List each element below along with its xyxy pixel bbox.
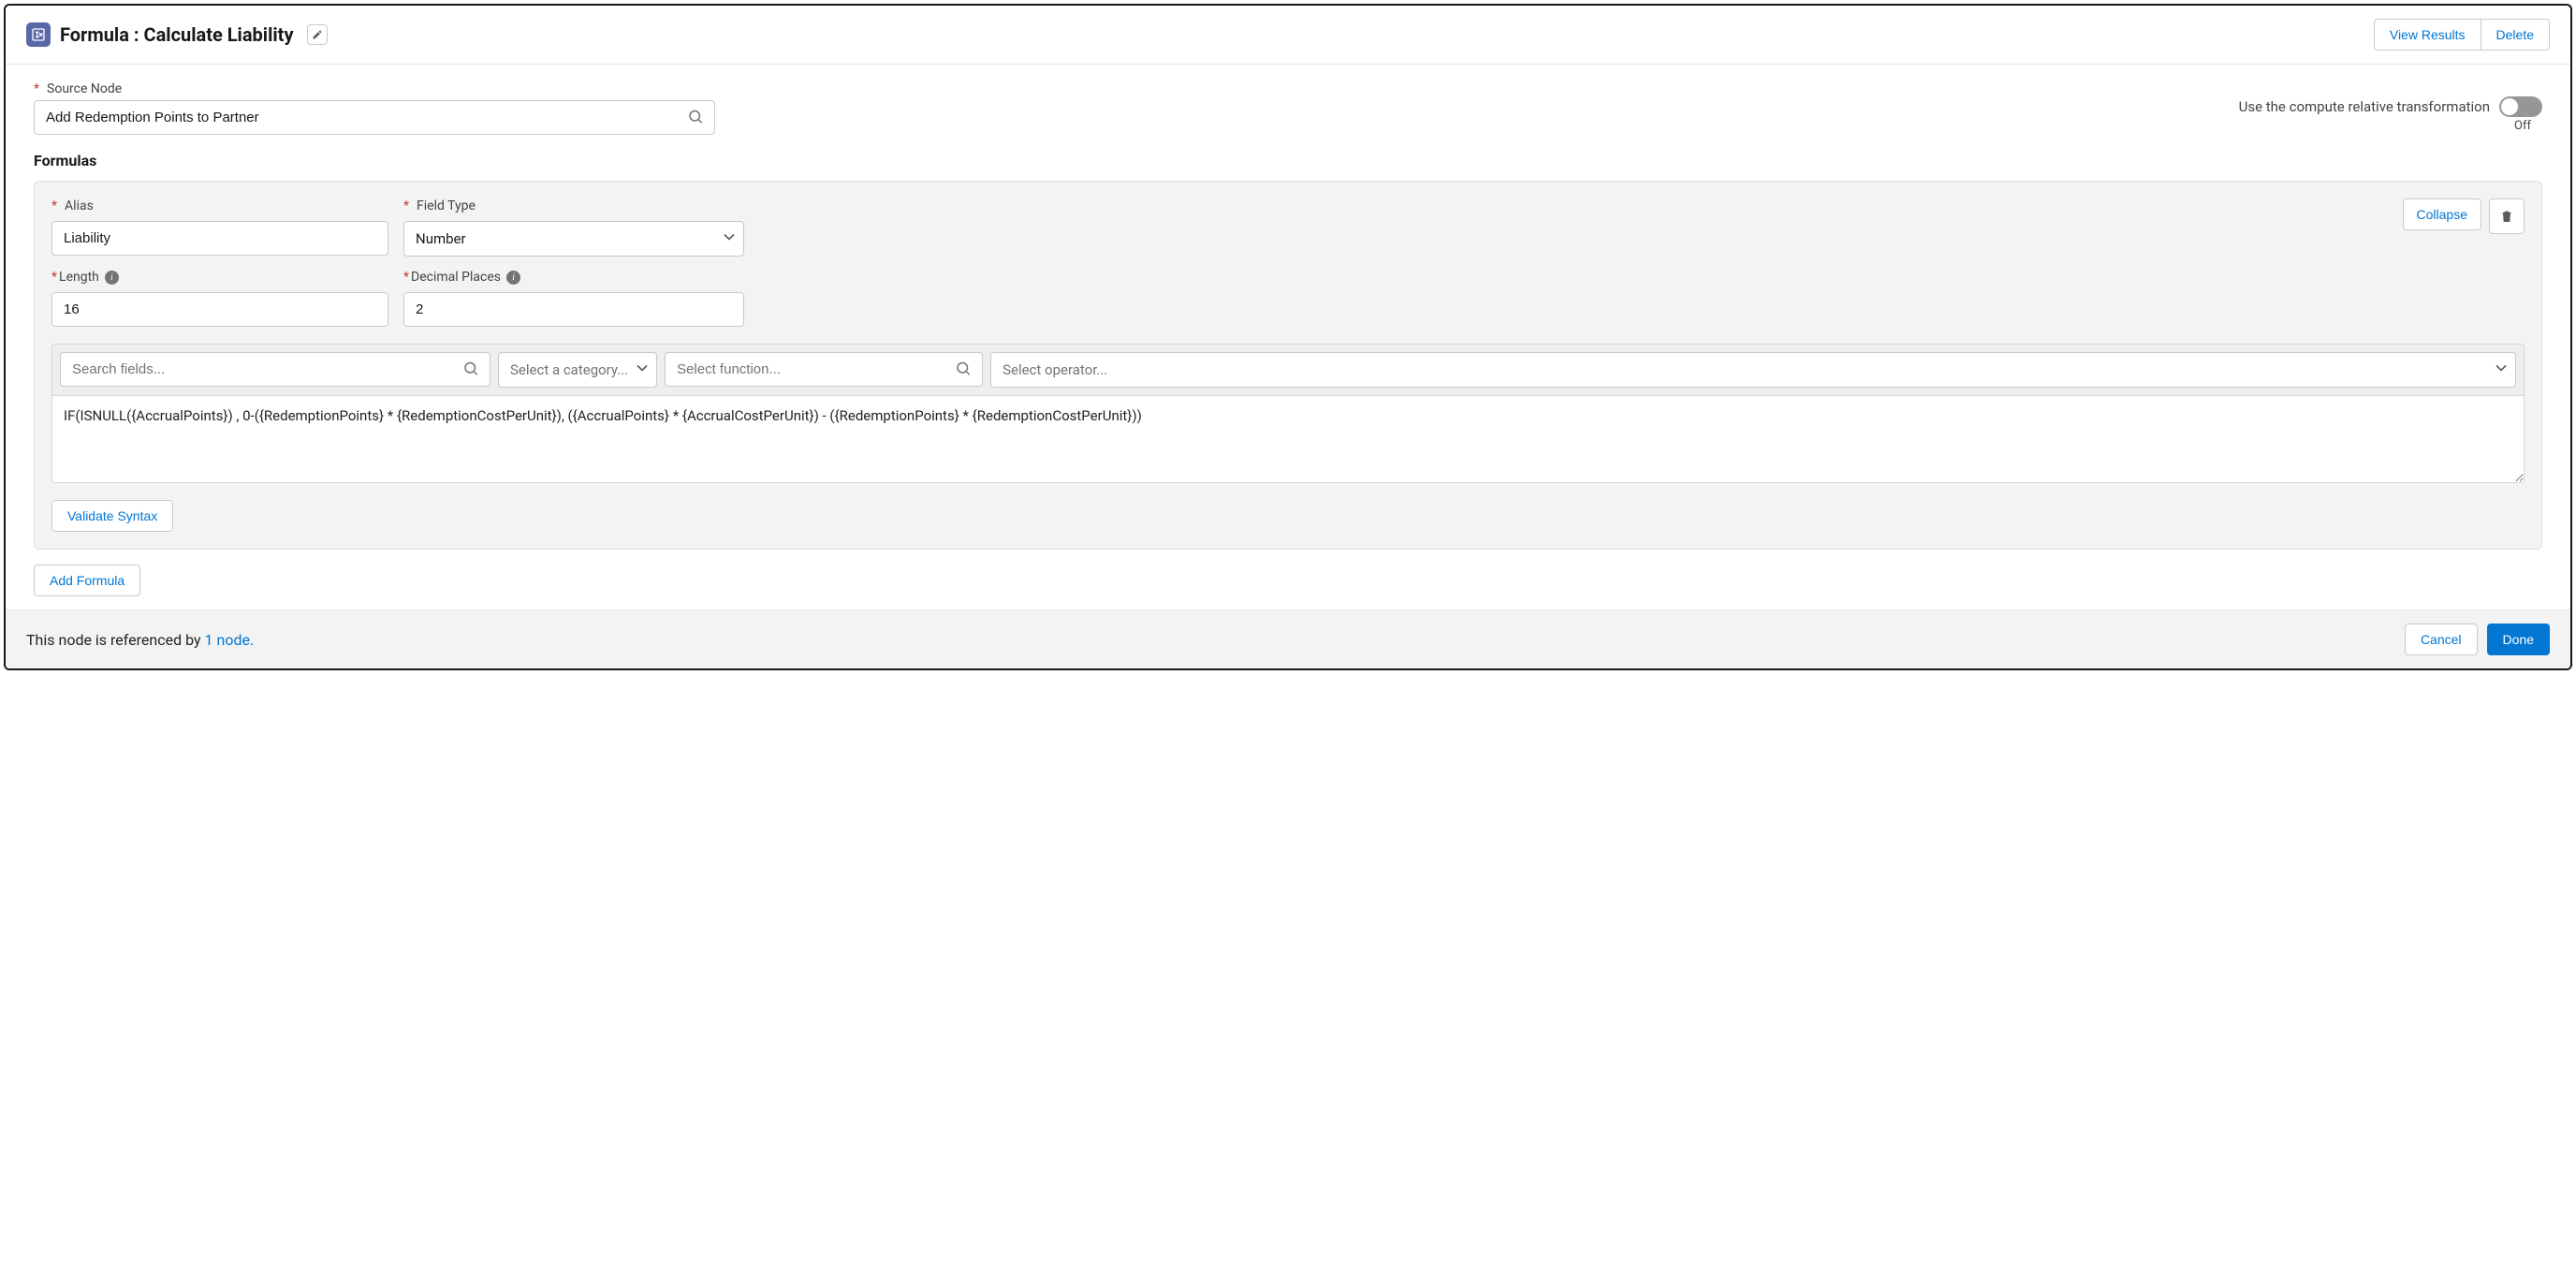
compute-relative-label: Use the compute relative transformation xyxy=(2239,98,2490,115)
alias-input[interactable] xyxy=(51,221,388,256)
compute-relative-toggle[interactable] xyxy=(2499,96,2542,117)
decimal-label: Decimal Places i xyxy=(403,270,744,285)
panel-header: Formula : Calculate Liability View Resul… xyxy=(6,6,2570,65)
length-input[interactable] xyxy=(51,292,388,327)
edit-title-button[interactable] xyxy=(307,24,328,45)
compute-relative-toggle-block: Use the compute relative transformation … xyxy=(2239,96,2542,133)
delete-formula-button[interactable] xyxy=(2489,198,2525,234)
view-results-button[interactable]: View Results xyxy=(2374,19,2481,51)
search-icon[interactable] xyxy=(459,357,483,384)
formula-editor-toolbar: Select a category... Select operator... xyxy=(51,344,2525,395)
title-value: Calculate Liability xyxy=(144,23,294,46)
search-fields-input[interactable] xyxy=(60,352,490,387)
category-select[interactable]: Select a category... xyxy=(498,352,657,388)
top-row: Source Node Use the compute relative tra… xyxy=(34,81,2542,135)
alias-label: Alias xyxy=(51,198,388,213)
alias-field: Alias xyxy=(51,198,388,256)
header-actions: View Results Delete xyxy=(2374,19,2550,51)
field-type-select[interactable]: Number xyxy=(403,221,744,257)
info-icon[interactable]: i xyxy=(105,271,119,285)
source-node-label: Source Node xyxy=(34,81,715,96)
compute-relative-state: Off xyxy=(2514,119,2531,133)
formula-card: Alias Field Type Number Collapse xyxy=(34,181,2542,550)
length-field: Length i xyxy=(51,270,388,327)
formula-icon xyxy=(26,22,51,47)
delete-button[interactable]: Delete xyxy=(2481,19,2550,51)
done-button[interactable]: Done xyxy=(2487,624,2550,655)
formula-editor-panel: Formula : Calculate Liability View Resul… xyxy=(4,4,2572,670)
validate-syntax-button[interactable]: Validate Syntax xyxy=(51,500,173,532)
source-node-field: Source Node xyxy=(34,81,715,135)
panel-footer: This node is referenced by 1 node. Cance… xyxy=(6,609,2570,668)
formula-expression-textarea[interactable] xyxy=(51,395,2525,483)
decimal-input[interactable] xyxy=(403,292,744,327)
length-label: Length i xyxy=(51,270,388,285)
field-type-field: Field Type Number xyxy=(403,198,744,257)
cancel-button[interactable]: Cancel xyxy=(2405,624,2478,655)
add-formula-button[interactable]: Add Formula xyxy=(34,565,140,596)
header-left: Formula : Calculate Liability xyxy=(26,22,328,47)
reference-message: This node is referenced by 1 node. xyxy=(26,631,254,649)
function-select-input[interactable] xyxy=(665,352,983,387)
search-icon[interactable] xyxy=(683,104,708,131)
operator-select[interactable]: Select operator... xyxy=(990,352,2516,388)
search-icon[interactable] xyxy=(951,357,975,384)
title-prefix: Formula : xyxy=(60,23,139,46)
reference-prefix: This node is referenced by xyxy=(26,631,205,649)
reference-link[interactable]: 1 node. xyxy=(205,631,255,649)
collapse-button[interactable]: Collapse xyxy=(2403,198,2481,230)
page-title: Formula : Calculate Liability xyxy=(60,23,294,46)
formulas-heading: Formulas xyxy=(34,152,2542,169)
source-node-input[interactable] xyxy=(34,100,715,135)
field-type-label: Field Type xyxy=(403,198,744,213)
panel-body: Source Node Use the compute relative tra… xyxy=(6,65,2570,609)
info-icon[interactable]: i xyxy=(506,271,520,285)
decimal-field: Decimal Places i xyxy=(403,270,744,327)
